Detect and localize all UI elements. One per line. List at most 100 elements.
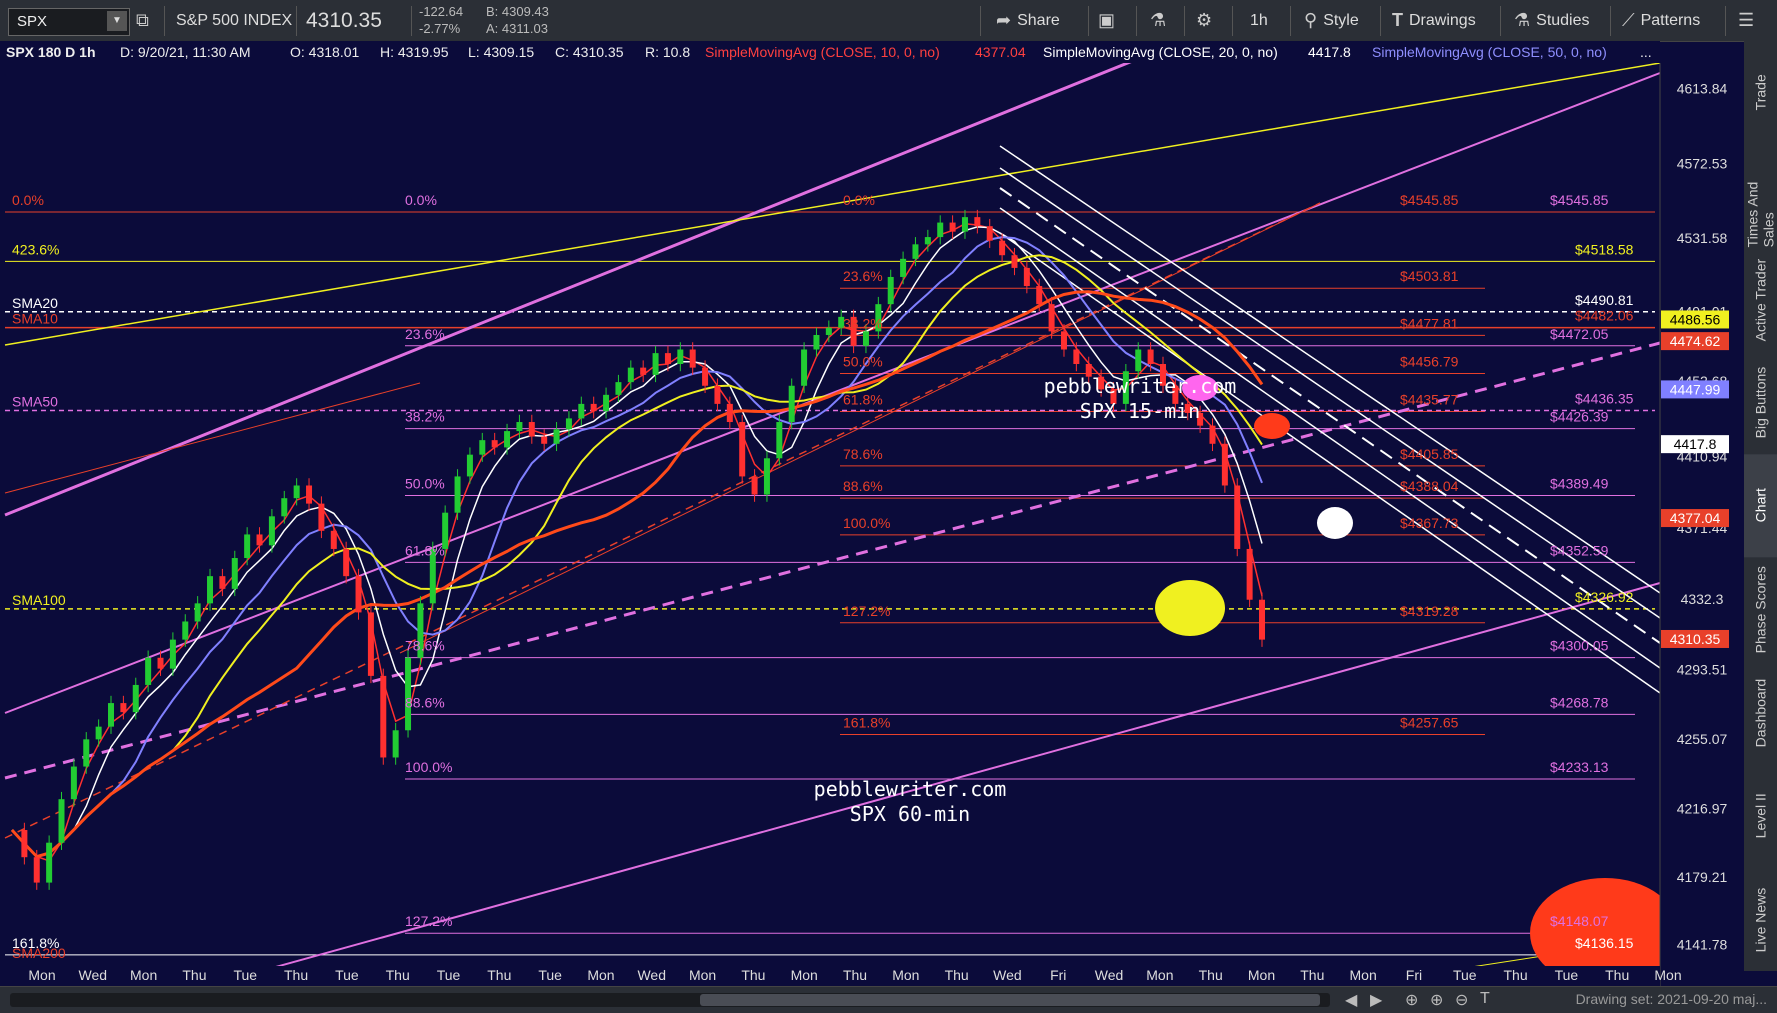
bar-low: L: 4309.15 [468, 44, 535, 60]
divider [1380, 6, 1381, 36]
tab-big-buttons[interactable]: Big Buttons [1744, 351, 1777, 454]
candle-body [664, 353, 671, 364]
net-change: -122.64 [419, 4, 464, 19]
symbol-selector[interactable]: SPX ▼ [8, 8, 130, 36]
candle-body [70, 766, 77, 800]
candle-body [132, 684, 139, 713]
candle-body [256, 534, 263, 546]
candle-body [887, 276, 894, 305]
x-tick-label: Tue [335, 967, 359, 983]
zoom-in-icon[interactable]: ⊕ [1430, 990, 1443, 1010]
settings-button[interactable]: ⚙ [1196, 0, 1212, 41]
drawing-set-label: Drawing set: 2021-09-20 maj... [1575, 991, 1767, 1007]
x-tick-label: Mon [892, 967, 919, 983]
candle-body [1135, 349, 1142, 372]
candle-body [726, 403, 733, 423]
tab-live-news[interactable]: Live News [1744, 868, 1777, 971]
candle-body [182, 621, 189, 640]
tab-active-trader[interactable]: Active Trader [1744, 248, 1777, 351]
fib-label-red: 100.0% [843, 515, 890, 531]
annotation-line2: SPX 15-min [1080, 399, 1200, 423]
zoom-out-icon[interactable]: ⊖ [1455, 990, 1468, 1010]
scroll-right-icon[interactable]: ▶ [1370, 990, 1382, 1010]
fib-price-pink: $4545.85 [1550, 192, 1609, 208]
x-tick-label: Thu [386, 967, 410, 983]
candle-body [306, 485, 313, 504]
x-tick-label: Thu [945, 967, 969, 983]
fib-label-left: 0.0% [12, 192, 44, 208]
x-tick-label: Tue [1555, 967, 1579, 983]
more-studies[interactable]: ... [1640, 44, 1652, 60]
x-tick-label: Mon [1350, 967, 1377, 983]
fib-label-red: 161.8% [843, 715, 890, 731]
fib-price-pink: $4352.59 [1550, 542, 1609, 558]
scroll-left-icon[interactable]: ◀ [1345, 990, 1357, 1010]
candle-body [590, 403, 597, 412]
y-tick-label: 4531.58 [1677, 230, 1728, 246]
candle-body [33, 857, 40, 883]
sma20-study-label: SimpleMovingAvg (CLOSE, 20, 0, no) [1043, 44, 1278, 60]
price-marker-label: 4474.62 [1670, 333, 1721, 349]
interval-button[interactable]: 1h [1250, 0, 1268, 41]
candle-body [999, 240, 1006, 256]
candle-body [763, 458, 770, 495]
candle-body [207, 576, 214, 604]
x-tick-label: Wed [1095, 967, 1124, 983]
y-tick-label: 4332.3 [1681, 591, 1724, 607]
candle-body [627, 367, 634, 383]
candle-body [343, 548, 350, 577]
divider [1725, 6, 1726, 36]
patterns-button[interactable]: ⟋ Patterns [1622, 0, 1700, 41]
link-icon[interactable]: ⧉ [136, 0, 149, 41]
candle-body [974, 217, 981, 227]
menu-icon: ☰ [1738, 10, 1755, 30]
camera-icon: ▣ [1098, 10, 1116, 30]
style-button[interactable]: ⚲ Style [1304, 0, 1359, 41]
x-tick-label: Mon [1654, 967, 1681, 983]
candle-body [367, 612, 374, 676]
x-tick-label: Thu [1300, 967, 1324, 983]
x-tick-label: Mon [28, 967, 55, 983]
drawings-button[interactable]: T Drawings [1392, 0, 1476, 41]
candle-body [714, 385, 721, 404]
candle-body [652, 353, 659, 375]
price-chart[interactable]: 0.0% $4545.85 23.6% $4472.05 38.2% $4426.39 50… [0, 63, 1744, 986]
fib-label-pink: 88.6% [405, 694, 445, 710]
tab-chart[interactable]: Chart [1744, 454, 1777, 558]
x-tick-label: Tue [1453, 967, 1477, 983]
candle-body [58, 799, 65, 843]
fib-price-red: $4456.79 [1400, 353, 1459, 369]
tab-phase-scores[interactable]: Phase Scores [1744, 558, 1777, 661]
x-tick-label: Wed [993, 967, 1022, 983]
candle-body [219, 576, 226, 589]
scrollbar-thumb[interactable] [700, 994, 1320, 1006]
candle-body [95, 726, 102, 740]
menu-button[interactable]: ☰ [1738, 0, 1754, 41]
price-marker-label: 4310.35 [1670, 631, 1721, 647]
candle-body [813, 334, 820, 350]
x-tick-label: Wed [637, 967, 666, 983]
candle-body [1048, 304, 1055, 332]
x-tick-label: Thu [1605, 967, 1629, 983]
text-tool-icon[interactable]: T [1480, 990, 1490, 1008]
tab-dashboard[interactable]: Dashboard [1744, 661, 1777, 764]
snapshot-button[interactable]: ▣ [1098, 0, 1115, 41]
level-price-label: $4326.92 [1575, 589, 1634, 605]
studies-button[interactable]: ⚗ Studies [1514, 0, 1590, 41]
fib-price-pink: $4233.13 [1550, 759, 1609, 775]
fib-label-red: 78.6% [843, 446, 883, 462]
fib-label-pink: 100.0% [405, 759, 452, 775]
tab-times-and-sales[interactable]: Times And Sales [1744, 144, 1777, 248]
top-toolbar: SPX ▼ ⧉ S&P 500 INDEX 4310.35 -122.64 -2… [0, 0, 1777, 42]
candle-body [677, 349, 684, 364]
tab-level-ii[interactable]: Level II [1744, 764, 1777, 867]
crosshair-icon[interactable]: ⊕ [1405, 990, 1418, 1010]
tab-trade[interactable]: Trade [1744, 41, 1777, 144]
pct-change: -2.77% [419, 21, 461, 36]
candle-body [578, 403, 585, 419]
share-icon: ➦ [996, 10, 1012, 30]
flask-button[interactable]: ⚗ [1150, 0, 1166, 41]
share-button[interactable]: ➦ Share [996, 0, 1060, 41]
candle-body [1246, 548, 1253, 600]
chevron-down-icon[interactable]: ▼ [107, 11, 127, 31]
